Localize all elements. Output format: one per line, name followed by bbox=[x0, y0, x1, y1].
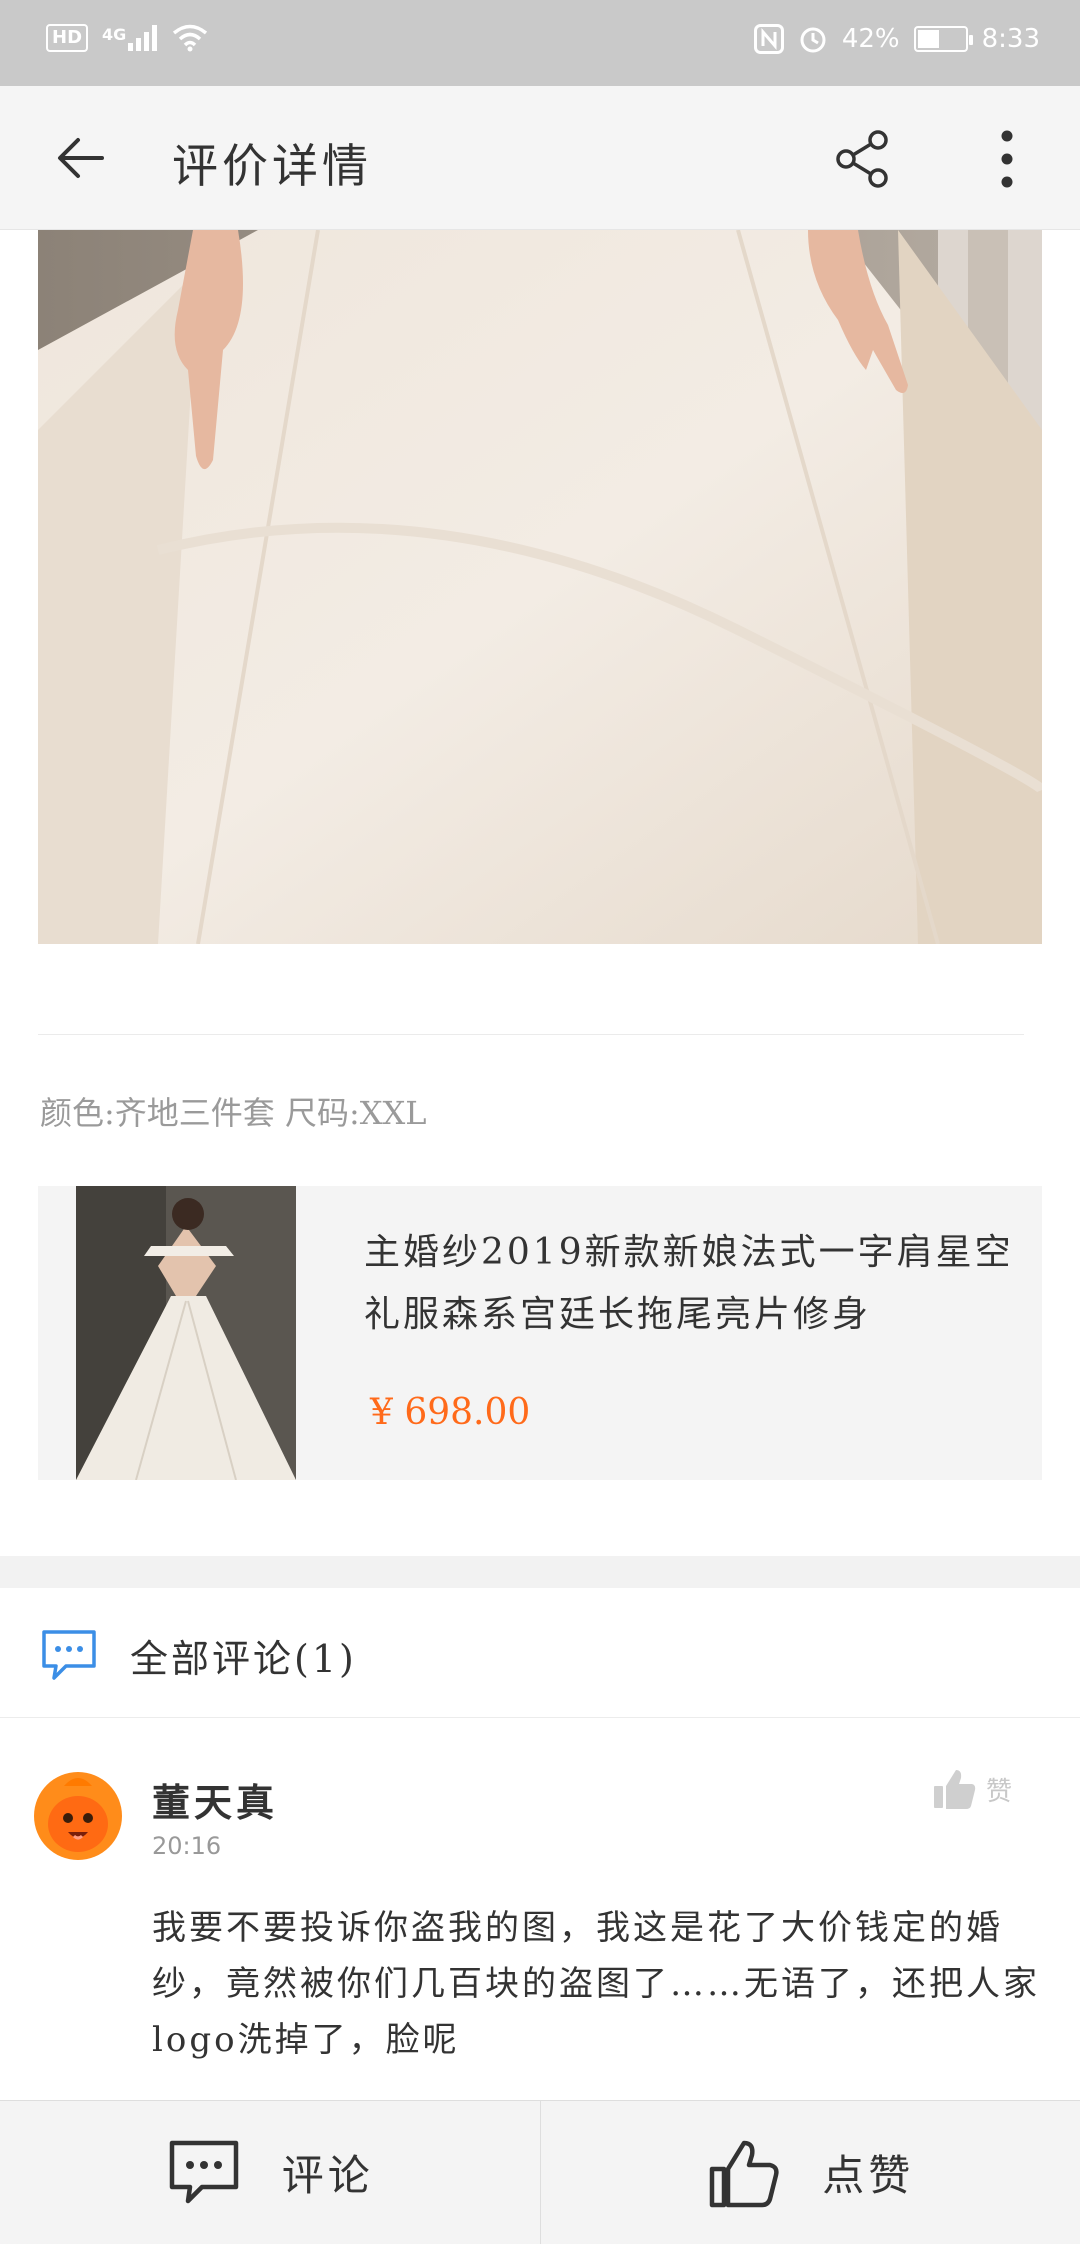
status-bar: HD 4G 42% 8:33 bbox=[0, 0, 1080, 86]
section-divider bbox=[0, 1556, 1080, 1588]
wifi-icon bbox=[173, 24, 208, 52]
comments-header: 全部评论(1) bbox=[0, 1588, 1080, 1718]
clock: 8:33 bbox=[981, 24, 1040, 54]
page-title: 评价详情 bbox=[172, 139, 372, 193]
comment-bubble-icon bbox=[40, 1628, 98, 1682]
product-card[interactable]: 主婚纱2019新款新娘法式一字肩星空礼服森系宫廷长拖尾亮片修身 ¥ 698.00 bbox=[38, 1186, 1042, 1480]
more-button[interactable] bbox=[982, 126, 1032, 192]
product-title: 主婚纱2019新款新娘法式一字肩星空礼服森系宫廷长拖尾亮片修身 bbox=[364, 1232, 1014, 1335]
comment-time: 20:16 bbox=[152, 1832, 222, 1860]
network-type: 4G bbox=[102, 25, 127, 44]
bottom-action-bar: 评论 点赞 bbox=[0, 2100, 1080, 2244]
comments-title: 全部评论(1) bbox=[130, 1637, 357, 1681]
arrow-left-icon bbox=[58, 138, 104, 178]
battery-percent: 42% bbox=[841, 24, 900, 54]
thumbs-up-icon bbox=[709, 2140, 779, 2207]
hd-badge: HD bbox=[46, 24, 89, 52]
cellular-signal-icon: 4G bbox=[102, 25, 158, 51]
thumbs-up-icon bbox=[934, 1770, 976, 1809]
product-spec: 颜色:齐地三件套 尺码:XXL bbox=[40, 1094, 427, 1132]
comment-button[interactable]: 评论 bbox=[0, 2101, 540, 2244]
comment-button-label: 评论 bbox=[281, 2151, 374, 2200]
nfc-icon bbox=[753, 24, 784, 54]
comment-text: 我要不要投诉你盗我的图，我这是花了大价钱定的婚纱，竟然被你们几百块的盗图了……无… bbox=[152, 1908, 1040, 2060]
comment-like-button[interactable]: 赞 bbox=[932, 1766, 1012, 1812]
comment-like-label: 赞 bbox=[986, 1776, 1013, 1807]
share-icon bbox=[836, 130, 888, 188]
back-button[interactable] bbox=[50, 126, 114, 190]
share-button[interactable] bbox=[830, 126, 896, 192]
product-thumbnail bbox=[76, 1186, 296, 1480]
comment-icon bbox=[169, 2140, 238, 2203]
status-left: HD 4G bbox=[46, 24, 208, 52]
avatar[interactable] bbox=[34, 1772, 122, 1860]
like-button[interactable]: 点赞 bbox=[539, 2101, 1080, 2244]
divider bbox=[38, 1034, 1024, 1035]
battery-level bbox=[917, 30, 939, 48]
battery-icon bbox=[913, 26, 973, 52]
alarm-icon bbox=[800, 27, 826, 53]
review-photo[interactable] bbox=[38, 230, 1042, 944]
app-bar: 评价详情 bbox=[0, 86, 1080, 230]
product-price: ¥ 698.00 bbox=[370, 1392, 531, 1433]
comment-author: 董天真 bbox=[152, 1780, 279, 1825]
status-right: 42% 8:33 bbox=[753, 24, 1040, 54]
like-button-label: 点赞 bbox=[822, 2151, 915, 2200]
more-vertical-icon bbox=[1001, 130, 1013, 188]
